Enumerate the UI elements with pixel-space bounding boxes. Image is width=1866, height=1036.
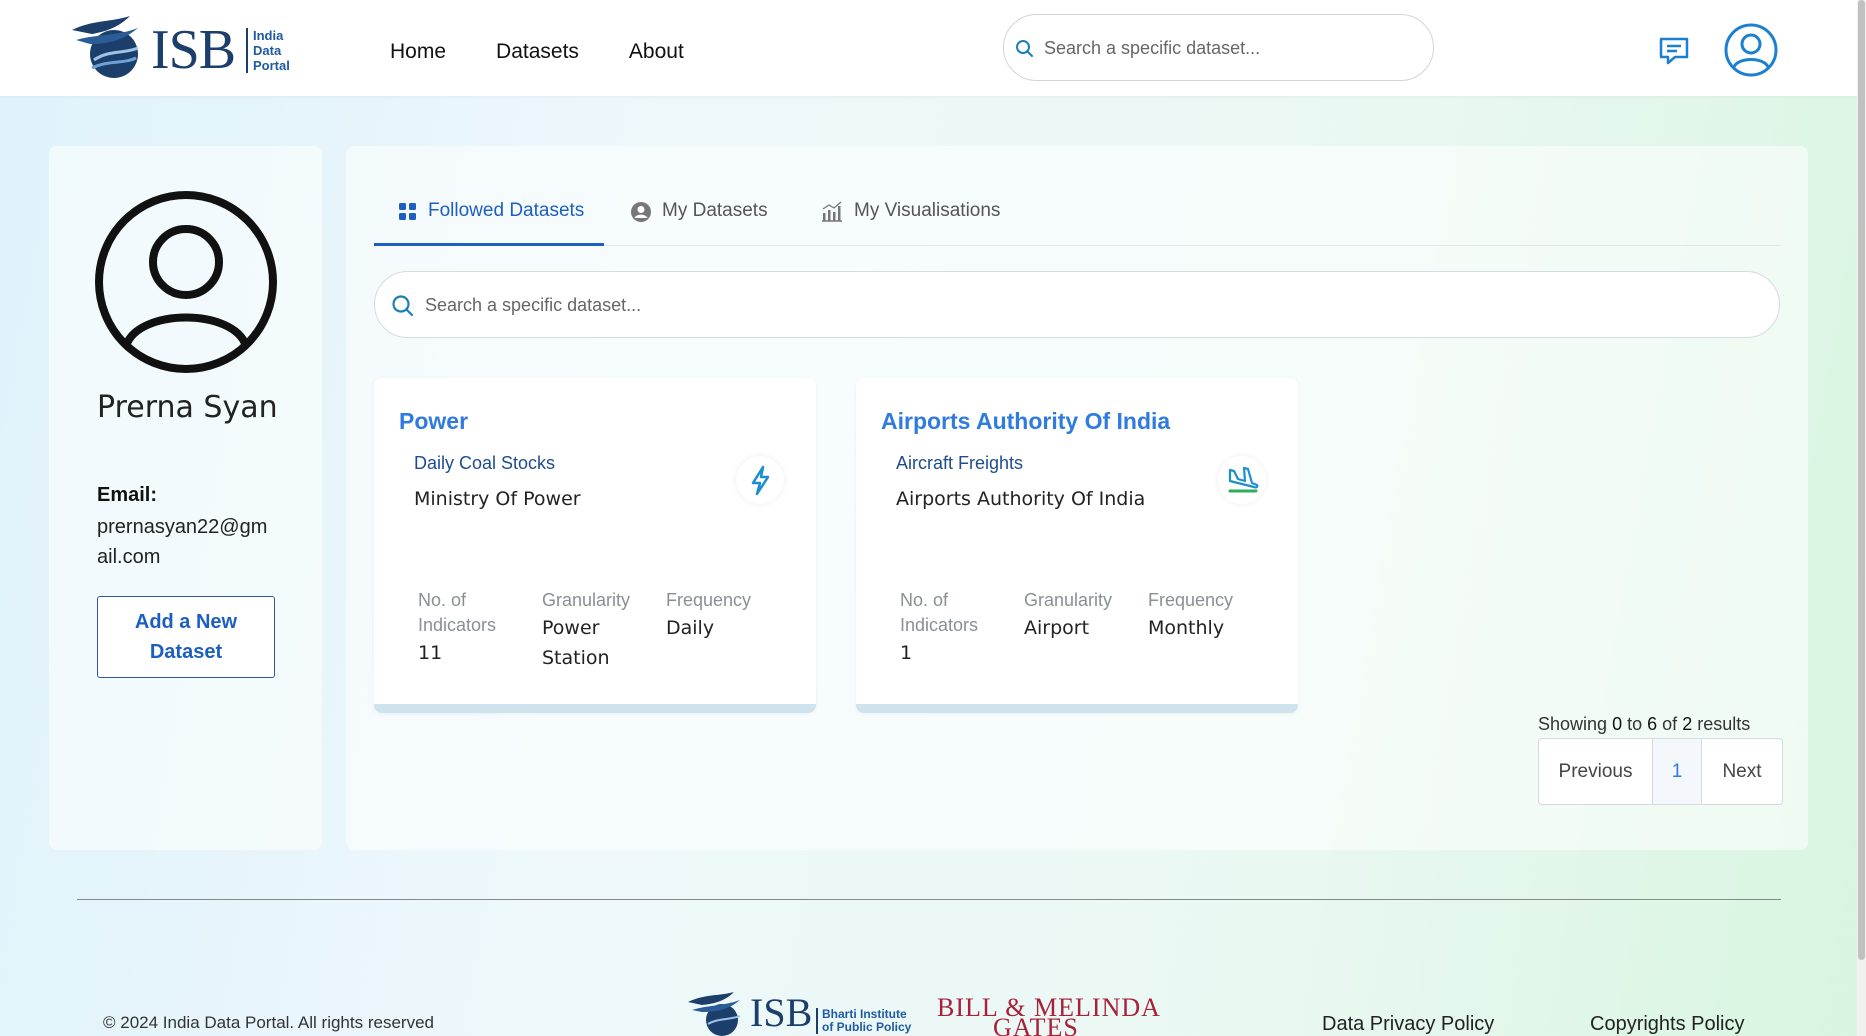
card-subtitle: Aircraft Freights [896, 453, 1024, 473]
card-title[interactable]: Power [399, 408, 468, 435]
next-page-button[interactable]: Next [1702, 739, 1782, 804]
header-search[interactable] [1003, 14, 1434, 81]
user-avatar-icon [1724, 23, 1778, 77]
pagination: Previous 1 Next [1538, 738, 1783, 805]
card-title[interactable]: Airports Authority Of India [881, 408, 1170, 435]
footer-isb-text: ISB [750, 990, 813, 1035]
results-summary: Showing 0 to 6 of 2 results [1538, 714, 1750, 735]
footer-divider [77, 899, 1781, 900]
summary-text: Showing [1538, 714, 1608, 734]
grid-icon [399, 203, 416, 220]
plane-landing-icon [1228, 466, 1259, 493]
user-menu-button[interactable] [1724, 23, 1778, 77]
summary-total: 2 [1682, 714, 1693, 734]
stat-label: No. of Indicators [900, 590, 979, 635]
dataset-card[interactable]: Airports Authority Of India Aircraft Fre… [856, 378, 1298, 713]
summary-text: results [1697, 714, 1751, 734]
nav-datasets[interactable]: Datasets [496, 40, 579, 64]
scrollbar-thumb[interactable] [1858, 0, 1865, 960]
isb-bird-icon [688, 992, 741, 1036]
card-icon-badge [736, 456, 784, 504]
card-organisation: Ministry Of Power [414, 488, 581, 510]
summary-text: of [1662, 714, 1678, 734]
user-circle-icon [631, 202, 651, 222]
logo-isb-text: ISB [151, 19, 236, 81]
nav-about[interactable]: About [629, 40, 684, 64]
frequency-stat: Frequency Daily [666, 588, 776, 643]
previous-page-button[interactable]: Previous [1539, 739, 1653, 804]
data-privacy-link[interactable]: Data Privacy Policy [1322, 1013, 1494, 1036]
isb-bird-icon [72, 16, 139, 78]
footer-sub-line: of Public Policy [822, 1020, 912, 1034]
stat-value: Airport [1024, 617, 1090, 639]
logo-sub-line: India [253, 28, 284, 43]
tab-my-datasets[interactable]: My Datasets [630, 186, 780, 246]
stat-value: Monthly [1148, 617, 1225, 639]
tab-label: Followed Datasets [428, 200, 585, 221]
tab-my-visualisations[interactable]: My Visualisations [820, 186, 1020, 246]
search-icon [1016, 40, 1033, 57]
feedback-button[interactable] [1657, 34, 1691, 68]
summary-to: 6 [1647, 714, 1658, 734]
copyright-text: © 2024 India Data Portal. All rights res… [103, 1013, 434, 1032]
profile-avatar-icon [95, 191, 277, 373]
summary-text: to [1627, 714, 1643, 734]
dataset-card[interactable]: Power Daily Coal Stocks Ministry Of Powe… [374, 378, 816, 713]
stat-label: Frequency [666, 590, 752, 610]
tab-bar: Followed Datasets My Datasets My Visuali… [374, 186, 1780, 246]
card-subtitle: Daily Coal Stocks [414, 453, 556, 473]
frequency-stat: Frequency Monthly [1148, 588, 1258, 643]
isb-logo[interactable]: ISB India Data Portal [68, 14, 290, 81]
dataset-search[interactable] [374, 271, 1780, 338]
copyrights-policy-link[interactable]: Copyrights Policy [1590, 1013, 1745, 1036]
page-scrollbar[interactable] [1857, 0, 1866, 1036]
stat-label: No. of Indicators [418, 590, 497, 635]
chat-icon [1659, 37, 1689, 65]
profile-name: Prerna Syan [97, 390, 278, 425]
indicators-stat: No. of Indicators 1 [900, 588, 1010, 668]
logo-sub-line: Data [253, 43, 282, 58]
lightning-icon [751, 465, 770, 496]
stat-label: Frequency [1148, 590, 1234, 610]
email-value: prernasyan22@gmail.com [97, 516, 268, 568]
gates-line-2: GATES foundation [993, 1013, 1079, 1036]
stat-value: Power Station [542, 617, 610, 669]
add-dataset-button[interactable]: Add a New Dataset [97, 596, 275, 678]
logo-subtitle: India Data Portal [246, 28, 306, 73]
logo-sub-line: Portal [253, 58, 290, 73]
stat-value: Daily [666, 617, 715, 639]
card-organisation: Airports Authority Of India [896, 488, 1146, 510]
page-1-button[interactable]: 1 [1653, 739, 1702, 804]
stat-value: 11 [418, 642, 443, 664]
search-icon [392, 295, 414, 317]
indicators-stat: No. of Indicators 11 [418, 588, 528, 668]
header-search-input[interactable] [1044, 27, 1414, 69]
datasets-panel: Followed Datasets My Datasets My Visuali… [346, 146, 1808, 850]
footer-isb-subtitle: Bharti Institute of Public Policy [816, 1008, 911, 1034]
granularity-stat: Granularity Power Station [542, 588, 652, 673]
top-header: ISB India Data Portal Home Datasets Abou… [0, 0, 1857, 96]
tab-label: My Visualisations [854, 200, 1001, 221]
profile-card: Prerna Syan Email: prernasyan22@gmail.co… [49, 146, 322, 850]
nav-home[interactable]: Home [390, 40, 446, 64]
tab-label: My Datasets [662, 200, 768, 221]
card-icon-badge [1218, 456, 1266, 504]
main-nav: Home Datasets About [390, 40, 684, 64]
tab-followed-datasets[interactable]: Followed Datasets [374, 186, 604, 246]
stat-value: 1 [900, 642, 913, 664]
stat-label: Granularity [1024, 590, 1113, 610]
stat-label: Granularity [542, 590, 631, 610]
email-label: Email: [97, 484, 158, 506]
dataset-search-input[interactable] [425, 284, 1755, 326]
bar-chart-icon [822, 201, 842, 222]
summary-from: 0 [1612, 714, 1623, 734]
granularity-stat: Granularity Airport [1024, 588, 1134, 643]
isb-bharti-logo: ISB Bharti Institute of Public Policy [686, 990, 920, 1036]
gates-foundation-logo: BILL & MELINDA GATES foundation [937, 993, 1177, 1036]
